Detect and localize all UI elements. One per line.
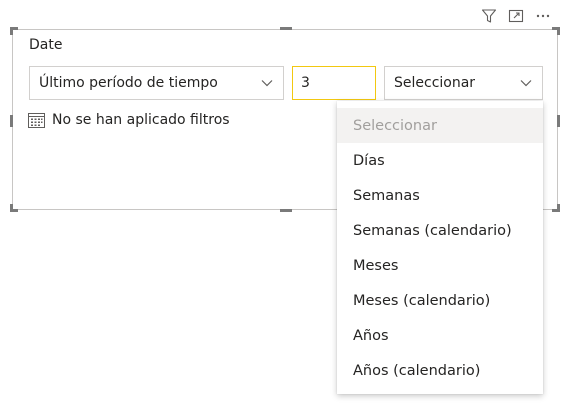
filter-status: No se han aplicado filtros bbox=[28, 112, 230, 128]
relative-mode-value: Último período de tiempo bbox=[39, 75, 218, 91]
menu-option-meses[interactable]: Meses bbox=[337, 248, 543, 283]
menu-option-semanas-calendario[interactable]: Semanas (calendario) bbox=[337, 213, 543, 248]
menu-option-anos[interactable]: Años bbox=[337, 318, 543, 353]
resize-handle-left[interactable] bbox=[10, 115, 13, 127]
period-unit-dropdown[interactable]: Seleccionar bbox=[384, 66, 543, 100]
report-canvas: Date Último período de tiempo 3 Seleccio… bbox=[0, 0, 575, 408]
resize-handle-bottom-right[interactable] bbox=[557, 204, 560, 212]
resize-handle-bottom[interactable] bbox=[280, 209, 292, 212]
menu-option-dias[interactable]: Días bbox=[337, 143, 543, 178]
calendar-icon bbox=[28, 113, 45, 128]
period-unit-value: Seleccionar bbox=[394, 75, 476, 91]
period-count-input[interactable]: 3 bbox=[292, 66, 376, 100]
filter-status-text: No se han aplicado filtros bbox=[52, 112, 230, 128]
filter-icon[interactable] bbox=[480, 7, 498, 25]
period-count-value: 3 bbox=[301, 75, 310, 91]
slicer-title: Date bbox=[29, 37, 63, 53]
menu-option-semanas[interactable]: Semanas bbox=[337, 178, 543, 213]
menu-option-placeholder[interactable]: Seleccionar bbox=[337, 108, 543, 143]
menu-option-meses-calendario[interactable]: Meses (calendario) bbox=[337, 283, 543, 318]
chevron-down-icon bbox=[261, 80, 273, 87]
period-unit-menu: Seleccionar Días Semanas Semanas (calend… bbox=[337, 101, 543, 394]
resize-handle-top-right[interactable] bbox=[557, 27, 560, 35]
resize-handle-right[interactable] bbox=[557, 115, 560, 127]
resize-handle-top[interactable] bbox=[280, 27, 292, 30]
resize-handle-top-left[interactable] bbox=[10, 27, 13, 35]
more-options-icon[interactable] bbox=[534, 7, 552, 25]
focus-mode-icon[interactable] bbox=[507, 7, 525, 25]
chevron-down-icon bbox=[520, 80, 532, 87]
menu-option-anos-calendario[interactable]: Años (calendario) bbox=[337, 353, 543, 388]
resize-handle-bottom-left[interactable] bbox=[10, 204, 13, 212]
relative-mode-dropdown[interactable]: Último período de tiempo bbox=[29, 66, 284, 100]
visual-header bbox=[480, 6, 552, 26]
